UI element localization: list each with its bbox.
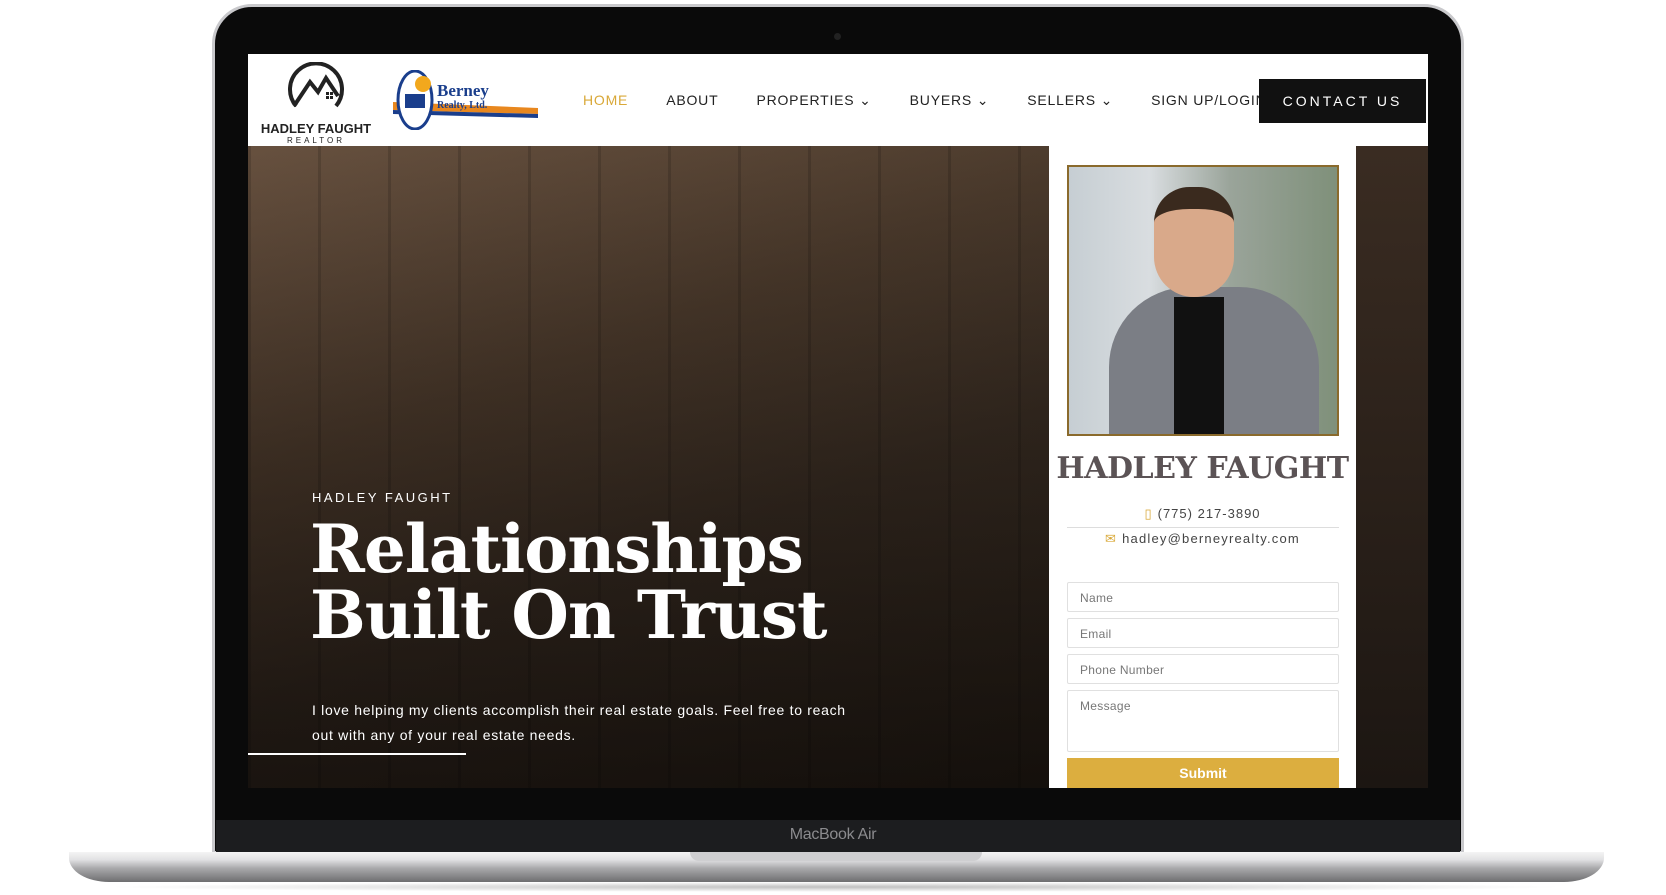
divider <box>1067 527 1339 528</box>
submit-button[interactable]: Submit <box>1067 758 1339 788</box>
mobile-phone-icon: ▯ <box>1144 506 1153 521</box>
nav-sellers[interactable]: SELLERS ⌄ <box>1027 92 1113 109</box>
agent-email[interactable]: ✉ hadley@berneyrealty.com <box>1049 531 1356 547</box>
agent-photo <box>1067 165 1339 436</box>
berney-subname: Realty, Ltd. <box>437 100 488 111</box>
agent-phone[interactable]: ▯ (775) 217-3890 <box>1049 506 1356 522</box>
nav-home[interactable]: HOME <box>583 92 628 108</box>
email-text: hadley@berneyrealty.com <box>1122 531 1300 546</box>
phone-text: (775) 217-3890 <box>1157 506 1261 521</box>
agent-contact-card: HADLEY FAUGHT ▯ (775) 217-3890 ✉ hadley@be… <box>1049 146 1356 788</box>
hero-divider <box>248 753 466 755</box>
device-brand-label: MacBook Air <box>789 826 877 843</box>
nav-properties[interactable]: PROPERTIES ⌄ <box>756 92 871 109</box>
email-input[interactable]: Email <box>1067 618 1339 648</box>
laptop-notch <box>690 852 982 861</box>
browser-screen: HADLEY FAUGHT REALTOR Berney Realty, Ltd… <box>248 54 1428 788</box>
contact-us-button[interactable]: CONTACT US <box>1259 79 1426 123</box>
hero-eyebrow: HADLEY FAUGHT <box>312 490 453 505</box>
logo-text: HADLEY FAUGHT <box>260 121 372 136</box>
mountain-house-icon <box>288 61 344 108</box>
agent-name: HADLEY FAUGHT <box>1056 451 1349 486</box>
message-textarea[interactable]: Message <box>1067 690 1339 752</box>
camera <box>834 33 841 40</box>
laptop-shadow <box>100 882 1570 892</box>
hero-text: I love helping my clients accomplish the… <box>312 702 846 743</box>
nav-about[interactable]: ABOUT <box>666 92 718 108</box>
envelope-icon: ✉ <box>1105 531 1118 546</box>
main-menu: HOME ABOUT PROPERTIES ⌄ BUYERS ⌄ SELLERS… <box>583 54 1305 146</box>
hero-headline: Relationships Built On Trust <box>310 516 828 648</box>
hero-section: HADLEY FAUGHT Relationships Built On Trus… <box>248 146 1049 788</box>
name-input[interactable]: Name <box>1067 582 1339 612</box>
headline-line-2: Built On Trust <box>310 576 828 654</box>
hadley-faught-logo[interactable]: HADLEY FAUGHT REALTOR <box>256 61 376 145</box>
phone-input[interactable]: Phone Number <box>1067 654 1339 684</box>
logo-subtext: REALTOR <box>286 136 346 145</box>
berney-realty-logo[interactable]: Berney Realty, Ltd. <box>393 69 538 131</box>
background-image-right <box>1356 146 1428 788</box>
site-header: HADLEY FAUGHT REALTOR Berney Realty, Ltd… <box>248 54 1428 146</box>
berney-name: Berney <box>437 81 489 100</box>
nav-signup-login[interactable]: SIGN UP/LOGIN <box>1151 92 1266 108</box>
nav-buyers[interactable]: BUYERS ⌄ <box>910 92 990 109</box>
